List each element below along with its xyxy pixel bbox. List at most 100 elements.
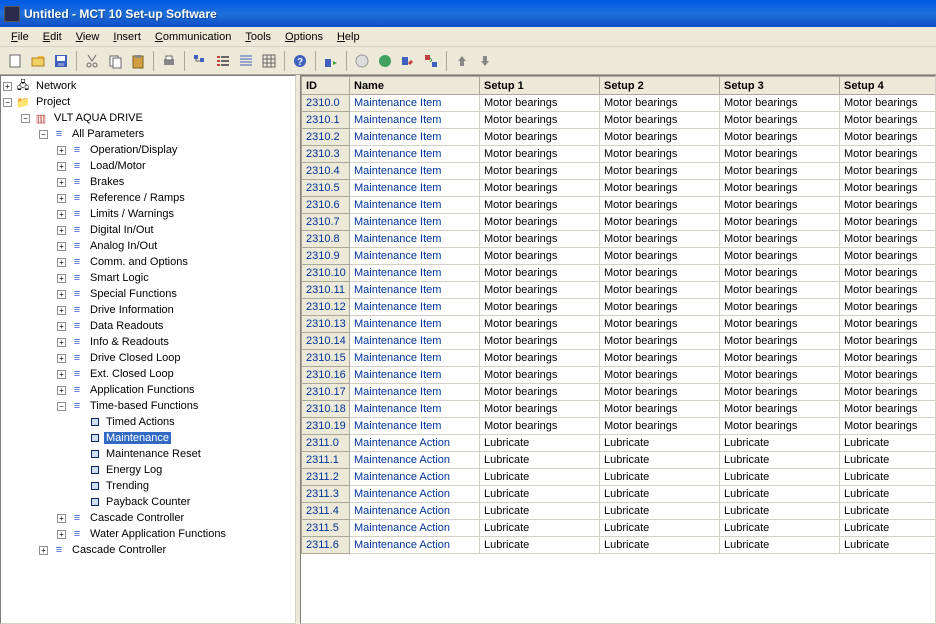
table-row[interactable]: 2310.3Maintenance ItemMotor bearingsMoto…: [302, 146, 936, 163]
cell-s4[interactable]: Motor bearings: [840, 367, 936, 384]
cell-s1[interactable]: Motor bearings: [480, 146, 600, 163]
cell-s4[interactable]: Motor bearings: [840, 112, 936, 129]
cell-name[interactable]: Maintenance Item: [350, 180, 480, 197]
cell-s1[interactable]: Lubricate: [480, 435, 600, 452]
go-icon[interactable]: [374, 50, 396, 72]
cell-s4[interactable]: Motor bearings: [840, 214, 936, 231]
cell-s2[interactable]: Motor bearings: [600, 248, 720, 265]
open-icon[interactable]: [27, 50, 49, 72]
table-row[interactable]: 2311.1Maintenance ActionLubricateLubrica…: [302, 452, 936, 469]
cell-s1[interactable]: Motor bearings: [480, 248, 600, 265]
cell-s4[interactable]: Motor bearings: [840, 418, 936, 435]
table-row[interactable]: 2310.9Maintenance ItemMotor bearingsMoto…: [302, 248, 936, 265]
cell-s1[interactable]: Motor bearings: [480, 197, 600, 214]
cell-name[interactable]: Maintenance Item: [350, 146, 480, 163]
col-name[interactable]: Name: [350, 77, 480, 95]
cell-s2[interactable]: Lubricate: [600, 452, 720, 469]
cell-s1[interactable]: Motor bearings: [480, 401, 600, 418]
tree-param-14[interactable]: +Ext. Closed Loop: [3, 366, 293, 382]
cell-name[interactable]: Maintenance Item: [350, 282, 480, 299]
menu-options[interactable]: Options: [278, 29, 330, 45]
cell-s2[interactable]: Motor bearings: [600, 197, 720, 214]
cell-name[interactable]: Maintenance Action: [350, 469, 480, 486]
cell-s3[interactable]: Motor bearings: [720, 282, 840, 299]
cut-icon[interactable]: [81, 50, 103, 72]
cell-id[interactable]: 2310.16: [302, 367, 350, 384]
tree-tb-4[interactable]: Trending: [3, 478, 293, 494]
tree-tb-2[interactable]: Maintenance Reset: [3, 446, 293, 462]
cell-s4[interactable]: Lubricate: [840, 486, 936, 503]
cell-s2[interactable]: Lubricate: [600, 520, 720, 537]
tree-after-1[interactable]: +Water Application Functions: [3, 526, 293, 542]
compare-icon[interactable]: [420, 50, 442, 72]
cell-s2[interactable]: Motor bearings: [600, 95, 720, 112]
cell-id[interactable]: 2311.4: [302, 503, 350, 520]
tree-param-1[interactable]: +Load/Motor: [3, 158, 293, 174]
tree-param-2[interactable]: +Brakes: [3, 174, 293, 190]
cell-name[interactable]: Maintenance Item: [350, 401, 480, 418]
cell-s1[interactable]: Lubricate: [480, 486, 600, 503]
cell-id[interactable]: 2310.11: [302, 282, 350, 299]
cell-id[interactable]: 2310.9: [302, 248, 350, 265]
table-row[interactable]: 2310.2Maintenance ItemMotor bearingsMoto…: [302, 129, 936, 146]
cell-name[interactable]: Maintenance Item: [350, 350, 480, 367]
tree-param-9[interactable]: +Special Functions: [3, 286, 293, 302]
cell-s2[interactable]: Motor bearings: [600, 333, 720, 350]
tree-panel[interactable]: +Network−Project−VLT AQUA DRIVE−All Para…: [0, 75, 296, 624]
cell-id[interactable]: 2310.14: [302, 333, 350, 350]
tree-cascade[interactable]: +Cascade Controller: [3, 542, 293, 558]
table-row[interactable]: 2310.11Maintenance ItemMotor bearingsMot…: [302, 282, 936, 299]
menu-file[interactable]: File: [4, 29, 36, 45]
cell-s2[interactable]: Motor bearings: [600, 299, 720, 316]
cell-id[interactable]: 2310.17: [302, 384, 350, 401]
cell-s4[interactable]: Motor bearings: [840, 333, 936, 350]
cell-s4[interactable]: Motor bearings: [840, 129, 936, 146]
cell-name[interactable]: Maintenance Item: [350, 248, 480, 265]
menu-communication[interactable]: Communication: [148, 29, 238, 45]
cell-s4[interactable]: Motor bearings: [840, 197, 936, 214]
tree-tb-3[interactable]: Energy Log: [3, 462, 293, 478]
tree-param-13[interactable]: +Drive Closed Loop: [3, 350, 293, 366]
table-row[interactable]: 2310.13Maintenance ItemMotor bearingsMot…: [302, 316, 936, 333]
cell-s4[interactable]: Lubricate: [840, 537, 936, 554]
tree-param-3[interactable]: +Reference / Ramps: [3, 190, 293, 206]
detail-view-icon[interactable]: [235, 50, 257, 72]
table-row[interactable]: 2310.18Maintenance ItemMotor bearingsMot…: [302, 401, 936, 418]
tree-network[interactable]: +Network: [3, 78, 293, 94]
cell-s3[interactable]: Motor bearings: [720, 129, 840, 146]
cell-s1[interactable]: Lubricate: [480, 503, 600, 520]
table-row[interactable]: 2311.4Maintenance ActionLubricateLubrica…: [302, 503, 936, 520]
table-row[interactable]: 2311.5Maintenance ActionLubricateLubrica…: [302, 520, 936, 537]
col-setup-4[interactable]: Setup 4: [840, 77, 936, 95]
table-row[interactable]: 2310.0Maintenance ItemMotor bearingsMoto…: [302, 95, 936, 112]
cell-s1[interactable]: Motor bearings: [480, 95, 600, 112]
write-icon[interactable]: [397, 50, 419, 72]
cell-s2[interactable]: Motor bearings: [600, 401, 720, 418]
cell-name[interactable]: Maintenance Item: [350, 197, 480, 214]
tree-param-4[interactable]: +Limits / Warnings: [3, 206, 293, 222]
cell-s3[interactable]: Lubricate: [720, 537, 840, 554]
tree-param-7[interactable]: +Comm. and Options: [3, 254, 293, 270]
cell-s4[interactable]: Motor bearings: [840, 384, 936, 401]
cell-s4[interactable]: Lubricate: [840, 435, 936, 452]
tree-param-6[interactable]: +Analog In/Out: [3, 238, 293, 254]
cell-s3[interactable]: Lubricate: [720, 435, 840, 452]
cell-s4[interactable]: Motor bearings: [840, 265, 936, 282]
tree-param-8[interactable]: +Smart Logic: [3, 270, 293, 286]
table-row[interactable]: 2311.6Maintenance ActionLubricateLubrica…: [302, 537, 936, 554]
down-arrow-icon[interactable]: [474, 50, 496, 72]
cell-s4[interactable]: Motor bearings: [840, 95, 936, 112]
cell-name[interactable]: Maintenance Item: [350, 418, 480, 435]
print-icon[interactable]: [158, 50, 180, 72]
cell-s1[interactable]: Lubricate: [480, 520, 600, 537]
cell-s1[interactable]: Motor bearings: [480, 350, 600, 367]
cell-name[interactable]: Maintenance Item: [350, 95, 480, 112]
tree-param-11[interactable]: +Data Readouts: [3, 318, 293, 334]
cell-id[interactable]: 2310.12: [302, 299, 350, 316]
stop-icon[interactable]: [351, 50, 373, 72]
cell-name[interactable]: Maintenance Action: [350, 503, 480, 520]
cell-s4[interactable]: Lubricate: [840, 520, 936, 537]
cell-s2[interactable]: Motor bearings: [600, 231, 720, 248]
cell-id[interactable]: 2310.6: [302, 197, 350, 214]
menu-tools[interactable]: Tools: [238, 29, 278, 45]
